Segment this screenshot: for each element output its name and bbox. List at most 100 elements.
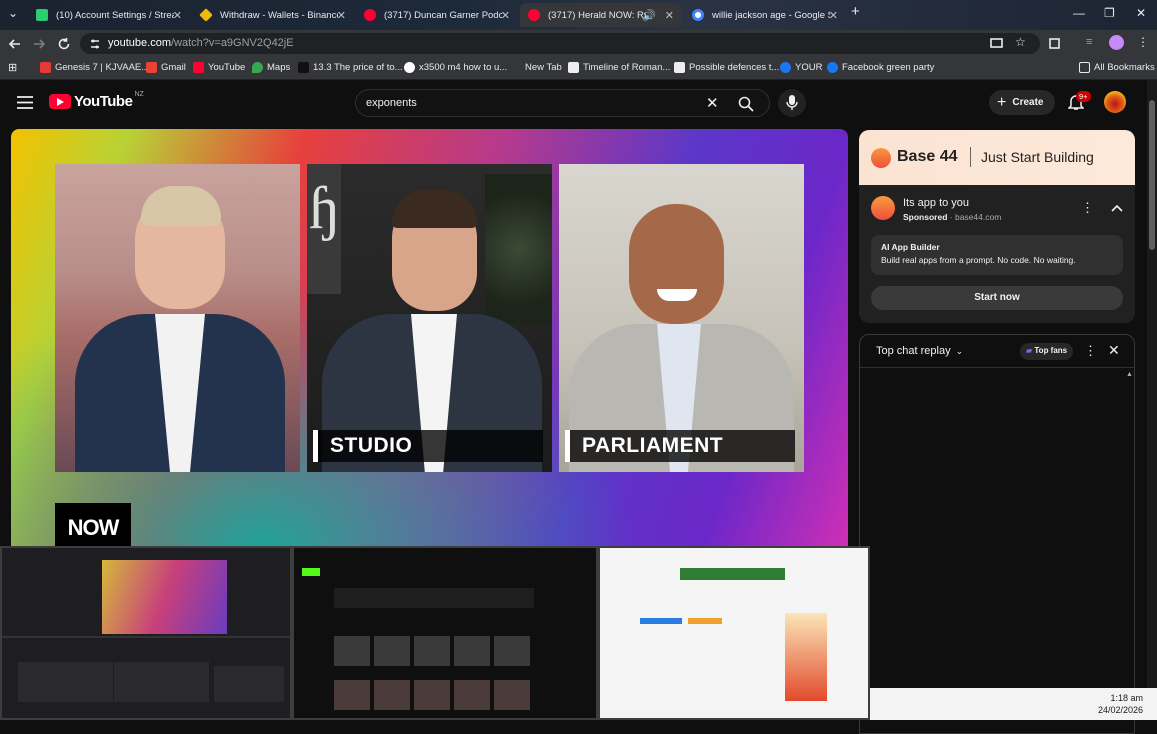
search-icon[interactable] xyxy=(738,96,754,112)
taskbar-clock-date[interactable]: 24/02/2026 xyxy=(1098,705,1143,715)
bookmark-item[interactable]: Facebook green party xyxy=(827,62,934,73)
browser-tab-strip: ⌄ (10) Account Settings / Streaml ✕ With… xyxy=(0,0,1157,30)
thumbnail-kick-app[interactable] xyxy=(292,546,598,720)
tab-binance[interactable]: Withdraw - Wallets - Binance ✕ xyxy=(192,3,354,27)
voice-search-button[interactable] xyxy=(778,89,806,117)
account-avatar[interactable] xyxy=(1104,91,1126,113)
tab-account-settings[interactable]: (10) Account Settings / Streaml ✕ xyxy=(28,3,190,27)
bookmark-favicon-icon xyxy=(674,62,685,73)
new-tab-icon[interactable]: + xyxy=(851,3,860,20)
bookmark-label: New Tab xyxy=(525,62,562,73)
facebook-icon xyxy=(780,62,791,73)
audio-playing-icon[interactable]: 🔊 xyxy=(642,9,656,22)
all-bookmarks-button[interactable]: All Bookmarks xyxy=(1079,62,1155,73)
bookmark-item[interactable]: Genesis 7 | KJVAAE... xyxy=(40,62,149,73)
chevron-down-icon: ⌄ xyxy=(955,346,964,356)
collapse-chevron-icon[interactable] xyxy=(1111,204,1123,212)
bookmark-label: Maps xyxy=(267,62,291,73)
close-tab-icon[interactable]: ✕ xyxy=(173,9,182,22)
person-head-shape xyxy=(629,204,724,324)
profile-avatar[interactable] xyxy=(1109,35,1124,50)
back-icon[interactable] xyxy=(8,37,22,51)
close-window-icon[interactable]: ✕ xyxy=(1136,6,1146,20)
video-panel-parliament: PARLIAMENT xyxy=(559,164,804,472)
search-box[interactable]: exponents ✕ xyxy=(355,89,770,117)
tab-search-icon[interactable]: ⌄ xyxy=(8,6,18,20)
bookmark-item[interactable]: x3500 m4 how to u... xyxy=(404,62,507,73)
taskbar-thumbnail-previews xyxy=(0,546,870,720)
thumbnail-streaming-app[interactable] xyxy=(0,546,292,720)
bookmark-item[interactable]: YouTube xyxy=(193,62,245,73)
bookmark-label: Timeline of Roman... xyxy=(583,62,671,73)
close-tab-icon[interactable]: ✕ xyxy=(829,9,838,22)
chrome-menu-icon[interactable]: ⋮ xyxy=(1137,35,1149,49)
chat-header: Top chat replay ⌄ ▰ Top fans ⋮ ✕ xyxy=(860,335,1134,368)
gmail-icon xyxy=(146,62,157,73)
create-button[interactable]: + Create xyxy=(989,90,1055,115)
advertiser-avatar[interactable] xyxy=(871,196,895,220)
clear-search-icon[interactable]: ✕ xyxy=(706,94,719,112)
bookmark-item[interactable]: YOUR xyxy=(780,62,822,73)
tab-herald-now[interactable]: (3717) Herald NOW: Ryan B 🔊 ✕ xyxy=(520,3,682,27)
taskbar-clock-time[interactable]: 1:18 am xyxy=(1110,693,1143,703)
sponsored-ad-card[interactable]: Base 44 Just Start Building Its app to y… xyxy=(859,130,1135,323)
bookmark-item[interactable]: Maps xyxy=(252,62,290,73)
minimize-icon[interactable]: — xyxy=(1073,6,1085,20)
thumbnail-listing-webpage[interactable] xyxy=(598,546,870,720)
thumbnail-ad-image xyxy=(785,613,827,701)
binance-icon xyxy=(199,8,213,22)
bookmark-item[interactable]: 13.3 The price of to... xyxy=(298,62,403,73)
youtube-logo-text: YouTube xyxy=(74,93,133,110)
page-scrollbar-thumb[interactable] xyxy=(1149,100,1155,250)
site-info-icon[interactable] xyxy=(89,38,101,50)
top-fans-button[interactable]: ▰ Top fans xyxy=(1020,343,1074,360)
bookmark-item[interactable]: New Tab xyxy=(510,62,562,73)
bookmark-item[interactable]: Possible defences t... xyxy=(674,62,779,73)
kick-logo-icon xyxy=(302,568,320,576)
restore-icon[interactable]: ❐ xyxy=(1104,6,1115,20)
bookmark-item[interactable]: Gmail xyxy=(146,62,186,73)
chat-mode-dropdown[interactable]: Top chat replay ⌄ xyxy=(876,345,963,357)
close-tab-icon[interactable]: ✕ xyxy=(501,9,510,22)
youtube-favicon-icon xyxy=(528,9,540,21)
plus-icon: + xyxy=(997,93,1007,111)
video-player[interactable]: ɧ STUDIO PARLIAMENT NOW xyxy=(11,129,848,549)
chat-scroll-up-icon[interactable]: ▲ xyxy=(1126,371,1133,378)
tab-duncan-garner[interactable]: (3717) Duncan Garner Podcast ✕ xyxy=(356,3,518,27)
bookmark-label: YOUR xyxy=(795,62,823,73)
close-tab-icon[interactable]: ✕ xyxy=(665,9,674,22)
page-scrollbar[interactable] xyxy=(1147,80,1157,688)
bookmark-label: Genesis 7 | KJVAAE... xyxy=(55,62,150,73)
thumbnail-video-preview xyxy=(102,560,227,634)
cast-icon[interactable] xyxy=(990,37,1003,50)
close-chat-icon[interactable]: ✕ xyxy=(1108,342,1120,359)
close-tab-icon[interactable]: ✕ xyxy=(337,9,346,22)
tab-google-search[interactable]: willie jackson age - Google Sea ✕ xyxy=(684,3,846,27)
reload-icon[interactable] xyxy=(57,37,71,51)
ad-title[interactable]: Its app to you xyxy=(903,197,969,209)
ad-banner[interactable]: Base 44 Just Start Building xyxy=(859,130,1135,185)
ad-detail-box[interactable]: AI App Builder Build real apps from a pr… xyxy=(871,235,1123,275)
chat-more-options-icon[interactable]: ⋮ xyxy=(1084,343,1097,359)
ad-more-options-icon[interactable]: ⋮ xyxy=(1081,200,1094,216)
hamburger-menu-icon[interactable] xyxy=(17,96,33,109)
youtube-logo[interactable]: YouTube NZ xyxy=(49,91,144,110)
bookmark-item[interactable]: Timeline of Roman... xyxy=(568,62,670,73)
extensions-icon[interactable] xyxy=(1048,37,1061,50)
search-input[interactable]: exponents xyxy=(366,97,417,109)
youtube-icon xyxy=(193,62,204,73)
browser-toolbar: youtube.com/watch?v=a9GNV2Q42jE ☆ ≡ ⋮ xyxy=(0,30,1157,57)
studio-lower-third: STUDIO xyxy=(313,430,543,462)
video-panel-studio: ɧ STUDIO xyxy=(307,164,552,472)
forward-icon[interactable] xyxy=(32,37,46,51)
media-controls-icon[interactable]: ≡ xyxy=(1086,36,1092,48)
apps-grid-icon[interactable]: ⊞ xyxy=(8,61,17,74)
maps-icon xyxy=(252,62,263,73)
wikipedia-icon xyxy=(568,62,579,73)
start-now-button[interactable]: Start now xyxy=(871,286,1123,310)
region-code: NZ xyxy=(134,91,144,98)
youtube-favicon-icon xyxy=(364,9,376,21)
bookmark-star-icon[interactable]: ☆ xyxy=(1015,35,1026,49)
address-bar[interactable]: youtube.com/watch?v=a9GNV2Q42jE ☆ xyxy=(80,33,1040,54)
ad-inner-title: AI App Builder xyxy=(881,242,940,252)
